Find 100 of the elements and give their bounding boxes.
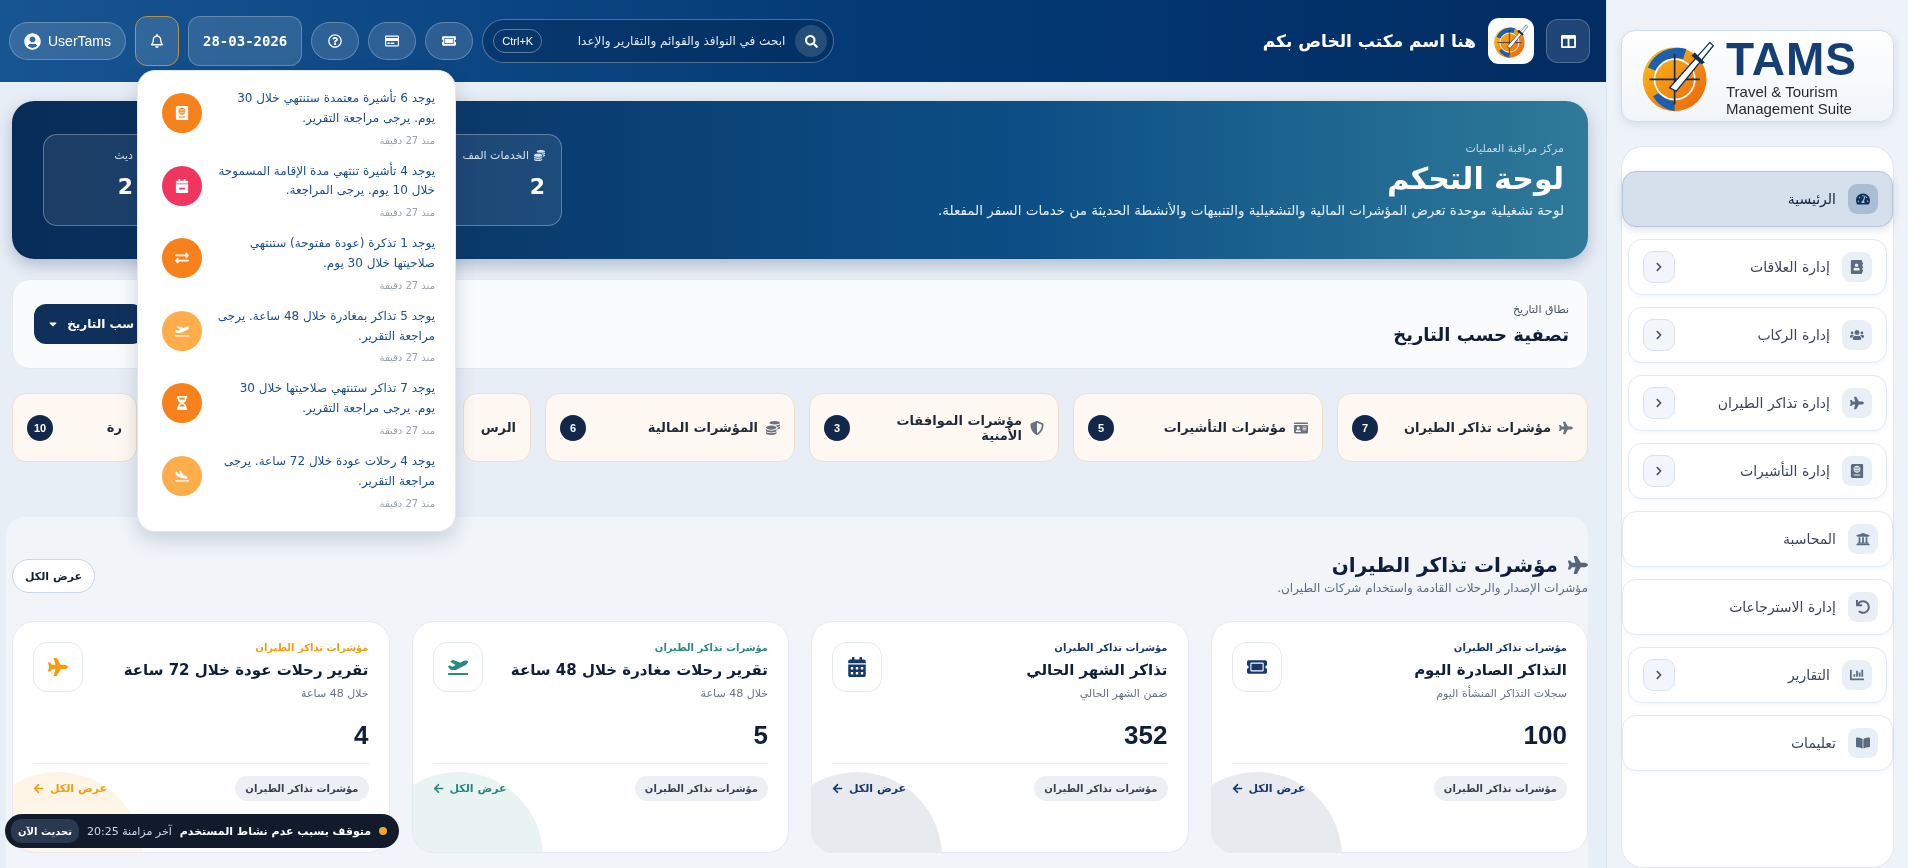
stat-value: 2 [529, 174, 545, 199]
count-badge: 5 [1088, 414, 1114, 441]
notification-time: منذ 27 دقيقة [378, 424, 435, 436]
count-badge: 3 [824, 414, 850, 441]
section-title: مؤشرات تذاكر الطيران [1331, 553, 1558, 577]
card-value: 100 [1522, 720, 1567, 751]
shield-icon [1030, 420, 1044, 435]
nav-label: إدارة الاسترجاعات [1729, 599, 1836, 615]
nav-label: إدارة العلاقات [1750, 259, 1830, 275]
chevron-icon [1654, 330, 1664, 340]
card-subtitle: ضمن الشهر الحالي [1078, 687, 1168, 700]
id-card-icon [1294, 420, 1308, 435]
nav-item[interactable]: تعليمات [1622, 715, 1893, 771]
coins-icon [534, 150, 545, 161]
nav-label: إدارة الركاب [1757, 327, 1830, 343]
section-subtitle: مؤشرات الإصدار والرحلات القادمة واستخدام شركات الطيران. [1277, 581, 1588, 595]
arrow-left-icon [432, 783, 444, 794]
card-value: 4 [353, 720, 369, 751]
sync-status: متوقف بسبب عدم نشاط المستخدم [179, 824, 372, 838]
card-tag: مؤشرات تذاكر الطيران [1414, 642, 1567, 653]
card-button[interactable] [368, 22, 417, 60]
nav-item[interactable]: إدارة الاسترجاعات [1622, 579, 1893, 635]
chevron-icon [1654, 398, 1664, 408]
nav-label: الرئيسية [1787, 191, 1836, 207]
nav-item[interactable]: الرئيسية [1622, 171, 1893, 227]
contact-book-icon [1842, 252, 1872, 282]
passport-icon [1842, 456, 1872, 486]
filter-title: تصفية حسب التاريخ [1393, 324, 1569, 345]
card-subtitle: خلال 48 ساعة [699, 687, 768, 700]
count-badge: 7 [1352, 414, 1378, 441]
last-sync: آخر مزامنة 20:25 [87, 824, 172, 838]
nav-item[interactable]: إدارة العلاقات [1628, 239, 1887, 295]
card-title: تذاكر الشهر الحالي [1026, 661, 1168, 679]
nav-item[interactable]: التقارير [1628, 647, 1887, 703]
sidebar-toggle-icon [1560, 33, 1576, 49]
filter-label: نطاق التاريخ [1511, 303, 1569, 316]
notification-text[interactable]: يوجد 4 رحلات عودة خلال 72 ساعة. يرجى مراجعة التقرير. [216, 451, 435, 492]
notification-text[interactable]: يوجد 4 تأشيرة تنتهي مدة الإقامة المسموحة خلال 10 يوم. يرجى المراجعة. [216, 161, 435, 202]
card-category: مؤشرات تذاكر الطيران [1034, 776, 1168, 801]
bell-button[interactable] [135, 16, 179, 66]
card-tag: مؤشرات تذاكر الطيران [1026, 642, 1168, 653]
card-subtitle: خلال 48 ساعة [300, 687, 369, 700]
nav-item[interactable]: إدارة الركاب [1628, 307, 1887, 363]
chevron-icon [1654, 262, 1664, 272]
notification-time: منذ 27 دقيقة [378, 352, 435, 364]
ticket-icon [1231, 642, 1282, 692]
sidebar-toggle-button[interactable] [1546, 19, 1590, 63]
view-all-button[interactable]: عرض الكل [12, 559, 95, 593]
brand-tagline: Travel & Tourism [1726, 84, 1839, 99]
refresh-button[interactable]: تحديث الآن [11, 819, 79, 843]
card-category: مؤشرات تذاكر الطيران [634, 776, 768, 801]
card-icon [385, 34, 400, 48]
users-icon [1842, 320, 1872, 350]
arrow-left-icon [33, 783, 44, 794]
office-name: هنا اسم مكتب الخاص بكم [1262, 31, 1476, 51]
notification-text[interactable]: يوجد 1 تذكرة (عودة مفتوحة) ستنتهي صلاحيتها خلال 30 يوم. [216, 234, 435, 274]
view-all-link[interactable]: عرض الكل [832, 782, 907, 795]
notification-time: منذ 27 دقيقة [378, 207, 435, 219]
card-category: مؤشرات تذاكر الطيران [235, 776, 369, 801]
help-button[interactable] [311, 22, 360, 60]
notification-time: منذ 27 دقيقة [378, 497, 435, 509]
undo-icon [1848, 592, 1878, 622]
notification-text[interactable]: يوجد 5 تذاكر بمغادرة خلال 48 ساعة. يرجى مراجعة التقرير. [216, 306, 435, 347]
count-badge: 10 [27, 414, 53, 441]
nav-label: التقارير [1787, 667, 1830, 683]
plane-departure-icon [432, 642, 483, 692]
ticket-button[interactable] [425, 22, 474, 60]
notification-text[interactable]: يوجد 6 تأشيرة معتمدة ستنتهي خلال 30 يوم. يرجى مراجعة التقرير. [216, 89, 435, 129]
nav-item[interactable]: المحاسبة [1622, 511, 1893, 567]
count-badge: 6 [560, 414, 586, 441]
brand-suite: Management Suite [1726, 101, 1853, 116]
ticket-icon [442, 34, 457, 48]
plane-icon [1568, 555, 1588, 575]
chevron-icon [1654, 466, 1664, 476]
card-category: مؤشرات تذاكر الطيران [1433, 776, 1567, 801]
card-title: التذاكر الصادرة اليوم [1414, 661, 1567, 679]
bar-chart-icon [1842, 660, 1872, 690]
card-subtitle: سجلات التذاكر المنشأة اليوم [1435, 687, 1567, 700]
view-all-link[interactable]: عرض الكل [1231, 782, 1306, 795]
notification-text[interactable]: يوجد 7 تذاكر ستنتهي صلاحيتها خلال 30 يوم. يرجى مراجعة التقرير. [216, 379, 435, 419]
view-all-link[interactable]: عرض الكل [432, 782, 507, 795]
bank-icon [1848, 524, 1878, 554]
plane-icon [1842, 388, 1872, 418]
indicator-tab[interactable]: الرس [463, 393, 531, 462]
coins-icon [766, 420, 780, 435]
date-button[interactable]: 28-03-2026 [188, 16, 303, 66]
chevron-icon [1654, 670, 1664, 680]
gauge-icon [1848, 184, 1878, 214]
arrow-left-icon [832, 783, 843, 794]
user-button[interactable]: UserTams [9, 22, 126, 60]
search-input[interactable]: ابحث في النوافذ والقوائم والتقارير والإعدا [550, 33, 788, 49]
nav-label: إدارة التأشيرات [1740, 463, 1830, 479]
bell-icon [150, 34, 164, 48]
nav-item[interactable]: إدارة التأشيرات [1628, 443, 1887, 499]
card-title: تقرير رحلات عودة خلال 72 ساعة [123, 661, 369, 679]
hero-title: لوحة التحكم [1386, 161, 1564, 196]
nav-item[interactable]: إدارة تذاكر الطيران [1628, 375, 1887, 431]
plane-icon [33, 642, 83, 692]
arrow-left-icon [1231, 783, 1243, 794]
plane-icon [1559, 420, 1573, 435]
